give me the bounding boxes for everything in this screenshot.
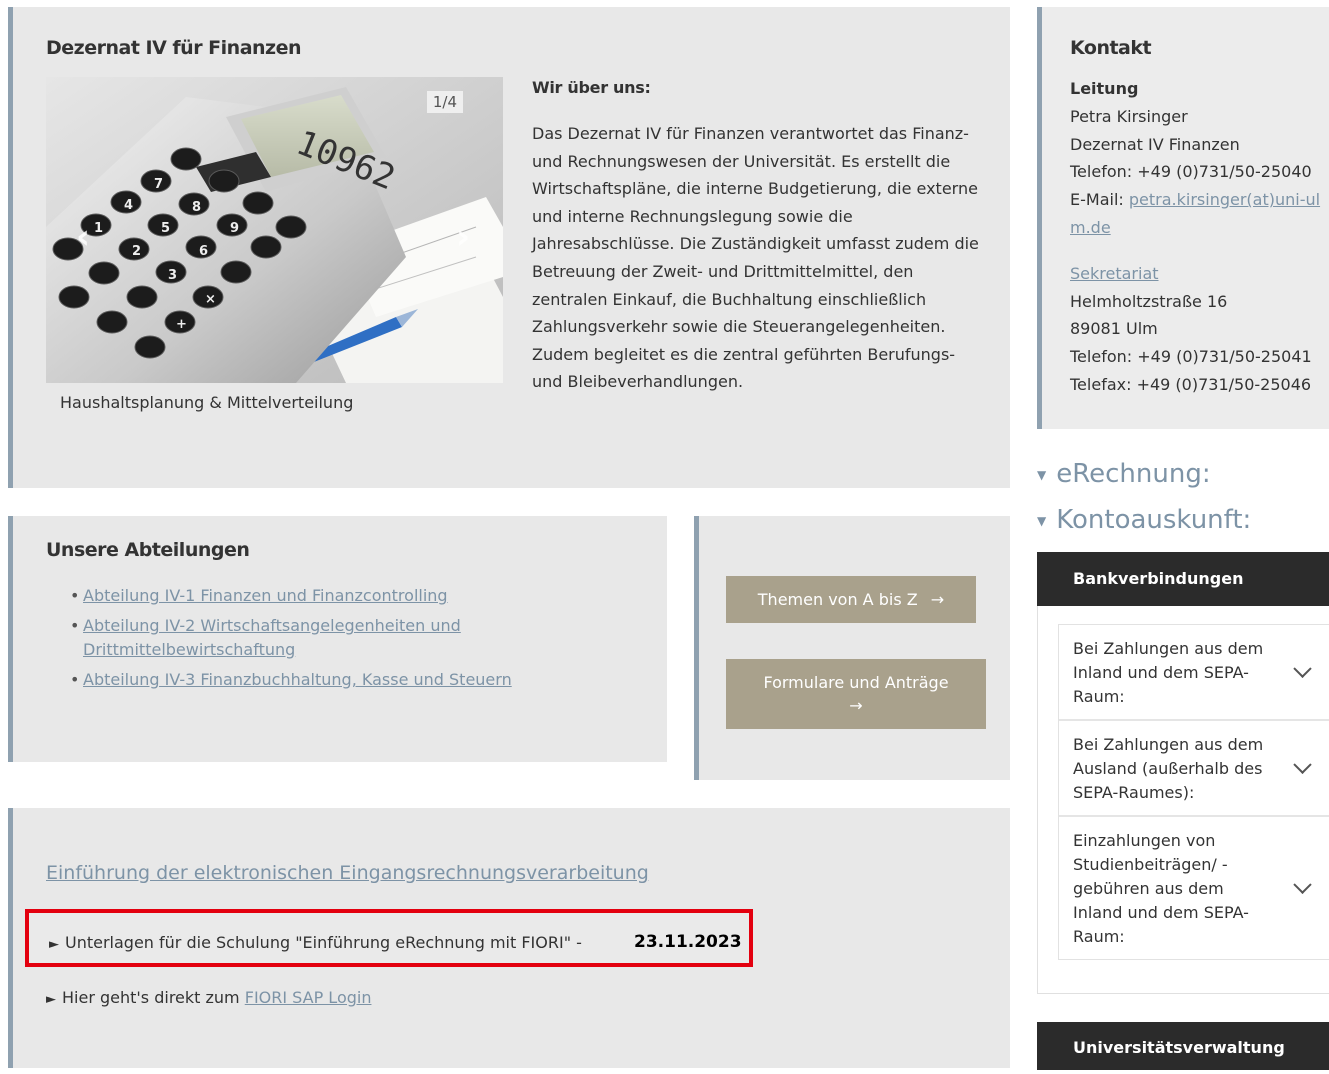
chevron-down-icon (1293, 659, 1312, 678)
caret-down-icon: ▼ (1037, 467, 1047, 482)
erechnung-intro-link[interactable]: Einführung der elektronischen Eingangsre… (46, 862, 649, 884)
bank-item-label: Einzahlungen von Studienbeiträgen/ -gebü… (1073, 831, 1249, 946)
department-link-iv-3[interactable]: Abteilung IV-3 Finanzbuchhaltung, Kasse … (83, 670, 512, 689)
department-link-iv-1[interactable]: Abteilung IV-1 Finanzen und Finanzcontro… (83, 586, 448, 605)
arrow-right-icon: → (930, 590, 945, 609)
contact-street: Helmholtzstraße 16 (1070, 291, 1228, 311)
list-item: Abteilung IV-3 Finanzbuchhaltung, Kasse … (70, 668, 553, 692)
training-docs-text: Unterlagen für die Schulung "Einführung … (65, 933, 582, 952)
svg-text:6: 6 (199, 244, 208, 259)
contact-panel: Kontakt Leitung Petra Kirsinger Dezernat… (1037, 7, 1329, 429)
contact-name: Petra Kirsinger (1070, 106, 1188, 126)
accordion-kontoauskunft[interactable]: ▼ Kontoauskunft: (1037, 505, 1251, 535)
about-text: Das Dezernat IV für Finanzen verantworte… (532, 124, 979, 392)
svg-text:7: 7 (154, 177, 163, 192)
list-item: Abteilung IV-1 Finanzen und Finanzcontro… (70, 584, 553, 608)
contact-unit: Dezernat IV Finanzen (1070, 134, 1240, 154)
erechnung-panel: Einführung der elektronischen Eingangsre… (8, 808, 1010, 1068)
about-heading: Wir über uns: (532, 78, 651, 97)
contact-city: 89081 Ulm (1070, 319, 1158, 339)
training-date: 23.11.2023 (634, 932, 742, 952)
email-label: E-Mail: (1070, 190, 1124, 210)
fiori-login-text: Hier geht's direkt zum (62, 988, 240, 1007)
bank-item-ausland[interactable]: Bei Zahlungen aus dem Ausland (außerhalb… (1059, 721, 1329, 817)
chevron-down-icon (1293, 755, 1312, 774)
training-docs-row[interactable]: ► Unterlagen für die Schulung "Einführung… (49, 933, 582, 952)
contact-fax: Telefax: +49 (0)731/50-25046 (1070, 374, 1312, 394)
contact-details: Leitung Petra Kirsinger Dezernat IV Fina… (1070, 75, 1329, 399)
bank-item-label: Bei Zahlungen aus dem Ausland (außerhalb… (1073, 735, 1264, 802)
slider-prev-arrow-icon[interactable]: ‹ (76, 217, 90, 257)
fiori-sap-login-link[interactable]: FIORI SAP Login (245, 988, 372, 1007)
svg-text:×: × (205, 292, 216, 307)
svg-text:1: 1 (94, 221, 103, 236)
accordion-erechnung[interactable]: ▼ eRechnung: (1037, 459, 1211, 489)
departments-list: Abteilung IV-1 Finanzen und Finanzcontro… (70, 584, 553, 698)
svg-text:5: 5 (161, 221, 170, 236)
button-label: Formulare und Anträge (763, 673, 949, 692)
svg-text:2: 2 (132, 244, 141, 259)
bank-item-inland[interactable]: Bei Zahlungen aus dem Inland und dem SEP… (1059, 625, 1329, 721)
svg-text:8: 8 (192, 200, 201, 215)
contact-phone2: Telefon: +49 (0)731/50-25041 (1070, 347, 1312, 367)
page-title: Dezernat IV für Finanzen (46, 37, 302, 59)
svg-text:+: + (176, 317, 187, 332)
slide-counter: 1/4 (426, 91, 463, 113)
contact-phone: Telefon: +49 (0)731/50-25040 (1070, 162, 1312, 182)
leitung-label: Leitung (1070, 79, 1139, 98)
arrow-right-icon: → (849, 696, 863, 715)
contact-title: Kontakt (1070, 37, 1152, 59)
slide-caption: Haushaltsplanung & Mittelverteilung (60, 393, 354, 412)
quicklinks-panel: Themen von A bis Z → Formulare und Anträ… (694, 516, 1010, 780)
accordion-label: Kontoauskunft: (1056, 505, 1252, 535)
departments-panel: Unsere Abteilungen Abteilung IV-1 Finanz… (8, 516, 667, 762)
department-link-iv-2[interactable]: Abteilung IV-2 Wirtschaftsangelegenheite… (83, 616, 461, 659)
slider-next-arrow-icon[interactable]: › (456, 217, 470, 257)
bankverbindungen-header: Bankverbindungen (1037, 552, 1329, 606)
svg-text:9: 9 (230, 221, 239, 236)
fiori-login-row: ► Hier geht's direkt zum FIORI SAP Login (46, 988, 371, 1007)
bank-item-studienbeitraege[interactable]: Einzahlungen von Studienbeiträgen/ -gebü… (1059, 817, 1329, 959)
triangle-right-icon: ► (49, 937, 59, 952)
svg-text:3: 3 (168, 268, 177, 283)
calculator-photo: 10962 8 5 2 9 6 3 7 4 1 × + (46, 77, 503, 383)
button-label: Themen von A bis Z (757, 590, 918, 609)
themen-a-z-button[interactable]: Themen von A bis Z → (726, 576, 976, 623)
chevron-down-icon (1293, 875, 1312, 894)
highlight-box: ► Unterlagen für die Schulung "Einführung… (25, 909, 753, 967)
list-item: Abteilung IV-2 Wirtschaftsangelegenheite… (70, 614, 553, 662)
bank-accordion: Bei Zahlungen aus dem Inland und dem SEP… (1037, 606, 1329, 994)
triangle-right-icon: ► (46, 992, 56, 1007)
formulare-antraege-button[interactable]: Formulare und Anträge → (726, 659, 986, 729)
caret-down-icon: ▼ (1037, 513, 1047, 528)
universitaetsverwaltung-header: Universitätsverwaltung (1037, 1022, 1329, 1070)
sekretariat-link[interactable]: Sekretariat (1070, 264, 1159, 283)
accordion-label: eRechnung: (1056, 459, 1211, 489)
svg-text:4: 4 (124, 198, 133, 213)
bank-accordion-list: Bei Zahlungen aus dem Inland und dem SEP… (1058, 624, 1329, 960)
image-slider[interactable]: 10962 8 5 2 9 6 3 7 4 1 × + 1/4 ‹ › (46, 77, 503, 383)
bank-item-label: Bei Zahlungen aus dem Inland und dem SEP… (1073, 639, 1264, 706)
department-intro-panel: Dezernat IV für Finanzen 10962 8 5 2 9 6… (8, 7, 1010, 488)
departments-title: Unsere Abteilungen (46, 539, 250, 561)
contact-email-row: E-Mail: petra.kirsinger(at)uni-ulm.de (1070, 186, 1329, 242)
